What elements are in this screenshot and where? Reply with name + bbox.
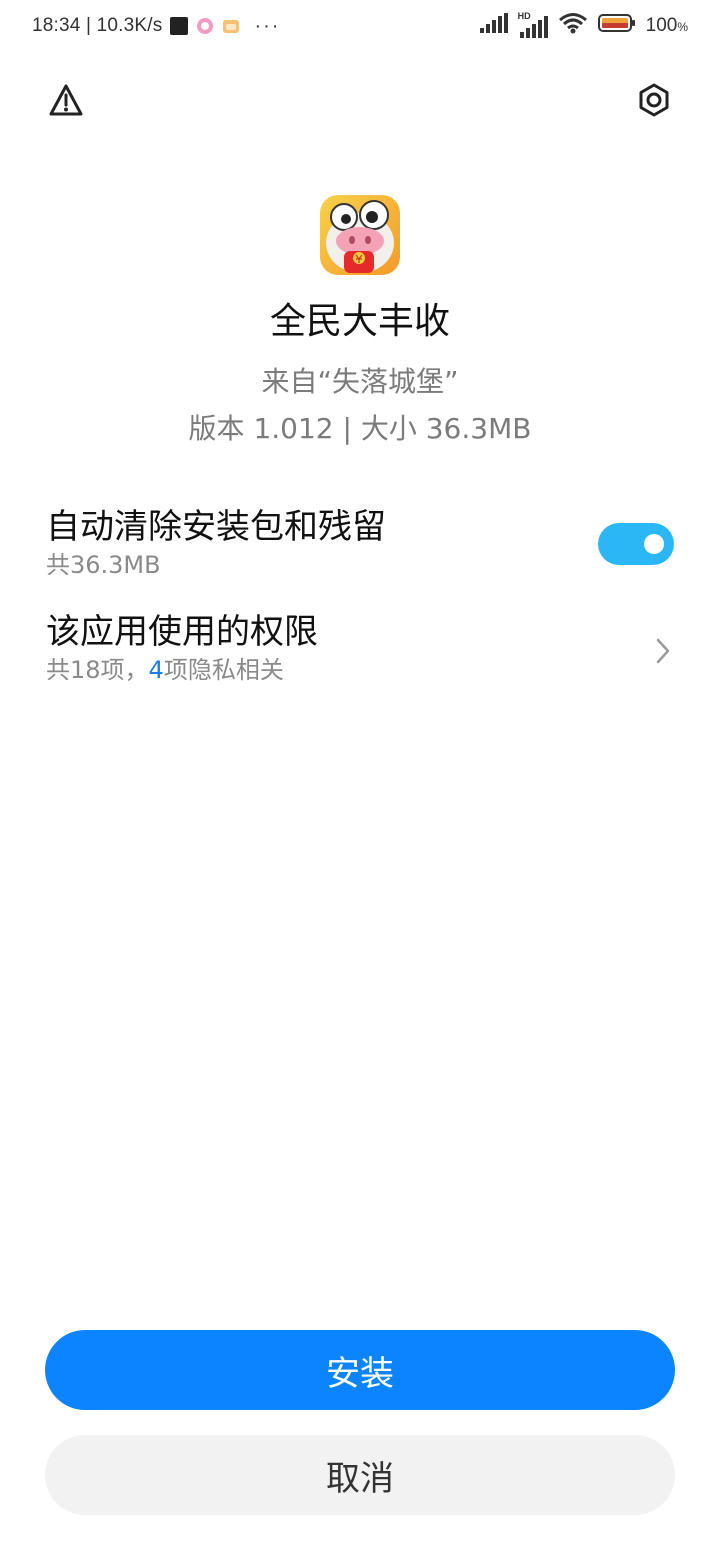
- permissions-title: 该应用使用的权限: [46, 612, 318, 652]
- status-more-dots: ···: [254, 14, 281, 37]
- battery-percent-sign: %: [677, 20, 688, 34]
- battery-percentage: 100%: [646, 15, 688, 37]
- warning-button[interactable]: [46, 80, 86, 120]
- signal-hd-icon: HD: [518, 11, 548, 38]
- chevron-right-icon[interactable]: [652, 636, 674, 666]
- wifi-icon: [558, 12, 588, 40]
- battery-percent-value: 100: [645, 15, 678, 36]
- permissions-privacy-count: 4: [148, 656, 164, 684]
- app-name: 全民大丰收: [269, 301, 450, 342]
- app-version-size: 版本 1.012 | 大小 36.3MB: [188, 412, 532, 445]
- permissions-sub-suffix: 项隐私相关: [163, 656, 284, 684]
- settings-hexagon-icon: [639, 83, 669, 117]
- installer-screen: 18:34 | 10.3K/s ··· HD 100% 全民大丰收 来自“失落城…: [0, 0, 720, 1560]
- install-button[interactable]: 安装: [45, 1330, 675, 1410]
- battery-icon: [597, 13, 636, 39]
- status-bar: 18:34 | 10.3K/s ··· HD 100%: [0, 0, 720, 54]
- app-source: 来自“失落城堡”: [261, 365, 459, 398]
- status-bar-right: HD 100%: [479, 11, 688, 40]
- auto-clean-title: 自动清除安装包和残留: [46, 507, 386, 547]
- warning-triangle-icon: [49, 84, 83, 116]
- cancel-button[interactable]: 取消: [45, 1435, 675, 1515]
- notification-app-icon: [196, 17, 214, 35]
- auto-clean-toggle[interactable]: [598, 523, 674, 565]
- signal-icon: [479, 13, 508, 39]
- status-bar-left: 18:34 | 10.3K/s ···: [32, 14, 280, 38]
- permissions-option[interactable]: 该应用使用的权限 共18项，4项隐私相关: [46, 610, 676, 686]
- status-time-speed: 18:34 | 10.3K/s: [32, 15, 163, 36]
- auto-clean-subtitle: 共36.3MB: [46, 551, 161, 579]
- settings-button[interactable]: [634, 80, 674, 120]
- notification-square-icon: [170, 17, 189, 35]
- permissions-sub-prefix: 共18项，: [46, 656, 149, 684]
- auto-clean-option[interactable]: 自动清除安装包和残留 共36.3MB: [46, 505, 676, 581]
- notification-cat-icon: [222, 17, 240, 35]
- permissions-subtitle: 共18项，4项隐私相关: [46, 654, 676, 686]
- app-icon: [320, 195, 400, 275]
- toggle-knob: [644, 534, 664, 554]
